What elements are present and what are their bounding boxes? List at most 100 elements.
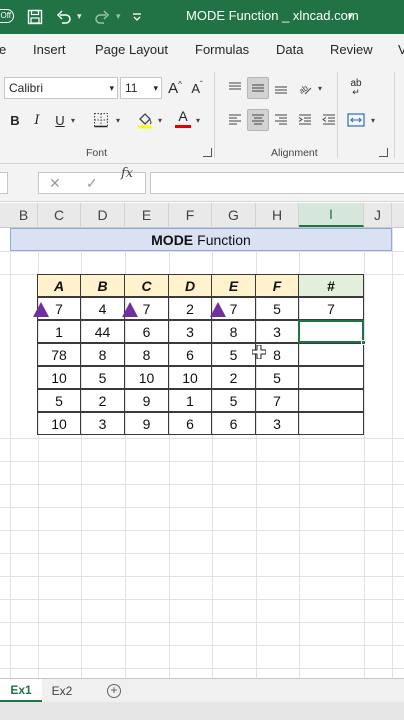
formula-input[interactable] bbox=[150, 172, 404, 194]
merge-dropdown-icon[interactable]: ▾ bbox=[371, 116, 375, 125]
table-cell[interactable]: 1 bbox=[168, 389, 212, 412]
title-dropdown-icon[interactable]: ▾ bbox=[348, 11, 353, 22]
shrink-font-button[interactable]: Aˇ bbox=[186, 77, 208, 99]
table-cell[interactable]: 10 bbox=[37, 366, 81, 389]
add-sheet-icon[interactable]: + bbox=[107, 684, 121, 698]
table-cell[interactable]: 10 bbox=[124, 366, 169, 389]
table-cell[interactable]: 78 bbox=[37, 343, 81, 366]
table-cell[interactable]: 4 bbox=[80, 297, 125, 320]
italic-button[interactable]: I bbox=[26, 109, 48, 131]
merge-center-button[interactable] bbox=[345, 109, 367, 131]
autosave-toggle[interactable]: Off bbox=[0, 9, 14, 23]
table-cell[interactable]: 2 bbox=[211, 366, 256, 389]
table-cell[interactable]: 3 bbox=[80, 412, 125, 435]
underline-dropdown-icon[interactable]: ▾ bbox=[71, 116, 75, 125]
align-top-button[interactable] bbox=[224, 77, 246, 99]
column-header-e[interactable]: E bbox=[125, 203, 169, 227]
table-cell[interactable]: 10 bbox=[168, 366, 212, 389]
fill-color-dropdown-icon[interactable]: ▾ bbox=[158, 116, 162, 125]
font-color-dropdown-icon[interactable]: ▾ bbox=[196, 116, 200, 125]
alignment-dialog-launcher-icon[interactable] bbox=[379, 148, 388, 157]
tab-view[interactable]: V bbox=[398, 42, 404, 57]
redo-dropdown-icon[interactable]: ▾ bbox=[116, 11, 121, 22]
table-header-b[interactable]: B bbox=[80, 274, 125, 297]
orientation-button[interactable]: ab bbox=[294, 77, 316, 99]
tab-review[interactable]: Review bbox=[330, 42, 373, 57]
redo-icon[interactable] bbox=[93, 8, 111, 26]
column-header-i[interactable]: I bbox=[299, 203, 364, 227]
table-cell[interactable]: 5 bbox=[255, 366, 299, 389]
wrap-text-button[interactable]: ab ↵ bbox=[345, 77, 367, 99]
enter-icon[interactable]: ✓ bbox=[86, 175, 98, 192]
table-header-a[interactable]: A bbox=[37, 274, 81, 297]
result-cell[interactable] bbox=[298, 412, 364, 435]
column-header-d[interactable]: D bbox=[81, 203, 125, 227]
table-header-f[interactable]: F bbox=[255, 274, 299, 297]
fill-handle[interactable] bbox=[361, 340, 366, 345]
table-header-e[interactable]: E bbox=[211, 274, 256, 297]
name-box[interactable] bbox=[0, 172, 8, 194]
table-cell[interactable]: 5 bbox=[211, 343, 256, 366]
result-cell[interactable]: 7 bbox=[298, 297, 364, 320]
table-cell[interactable]: 9 bbox=[124, 412, 169, 435]
save-icon[interactable] bbox=[26, 8, 44, 26]
undo-icon[interactable] bbox=[55, 8, 73, 26]
table-cell[interactable]: 8 bbox=[211, 320, 256, 343]
table-cell[interactable]: 3 bbox=[255, 320, 299, 343]
align-middle-button[interactable] bbox=[247, 77, 269, 99]
tab-insert[interactable]: Insert bbox=[33, 42, 66, 57]
table-header-result[interactable]: # bbox=[298, 274, 364, 297]
insert-function-icon[interactable]: fx bbox=[121, 166, 133, 181]
table-header-c[interactable]: C bbox=[124, 274, 169, 297]
result-cell[interactable] bbox=[298, 343, 364, 366]
table-cell[interactable]: 2 bbox=[80, 389, 125, 412]
sheet-title-banner[interactable]: MODE Function bbox=[10, 228, 392, 251]
table-cell[interactable]: 5 bbox=[80, 366, 125, 389]
table-cell[interactable]: 7 bbox=[255, 389, 299, 412]
table-cell[interactable]: 5 bbox=[211, 389, 256, 412]
column-header-j[interactable]: J bbox=[364, 203, 392, 227]
font-size-select[interactable]: 11 ▾ bbox=[120, 77, 162, 99]
table-header-d[interactable]: D bbox=[168, 274, 212, 297]
worksheet-grid[interactable]: MODE Function A B C D E F # 7 4 7 2 7 5 7… bbox=[0, 228, 404, 678]
underline-button[interactable]: U bbox=[49, 109, 71, 131]
bold-button[interactable]: B bbox=[4, 109, 26, 131]
font-color-button[interactable]: A bbox=[172, 107, 194, 129]
selected-cell[interactable] bbox=[298, 320, 364, 343]
result-cell[interactable] bbox=[298, 366, 364, 389]
table-cell[interactable]: 3 bbox=[168, 320, 212, 343]
table-cell[interactable]: 6 bbox=[211, 412, 256, 435]
table-cell[interactable]: 44 bbox=[80, 320, 125, 343]
undo-dropdown-icon[interactable]: ▾ bbox=[77, 11, 82, 22]
tab-formulas[interactable]: Formulas bbox=[195, 42, 249, 57]
table-cell[interactable]: 3 bbox=[255, 412, 299, 435]
sheet-tab-ex1[interactable]: Ex1 bbox=[0, 679, 42, 703]
quick-access-more-icon[interactable] bbox=[128, 8, 146, 26]
table-cell[interactable]: 5 bbox=[37, 389, 81, 412]
align-bottom-button[interactable] bbox=[270, 77, 292, 99]
tab-page-layout[interactable]: Page Layout bbox=[95, 42, 168, 57]
sheet-tab-ex2[interactable]: Ex2 bbox=[44, 679, 80, 703]
column-header-h[interactable]: H bbox=[256, 203, 299, 227]
column-header-g[interactable]: G bbox=[212, 203, 256, 227]
table-cell[interactable]: 1 bbox=[37, 320, 81, 343]
font-dialog-launcher-icon[interactable] bbox=[203, 148, 212, 157]
table-cell[interactable]: 2 bbox=[168, 297, 212, 320]
align-center-button[interactable] bbox=[247, 109, 269, 131]
indent-button[interactable] bbox=[294, 109, 316, 131]
table-cell[interactable]: 6 bbox=[168, 343, 212, 366]
borders-dropdown-icon[interactable]: ▾ bbox=[116, 116, 120, 125]
column-header-b[interactable]: B bbox=[10, 203, 38, 227]
table-cell[interactable]: 8 bbox=[124, 343, 169, 366]
result-cell[interactable] bbox=[298, 389, 364, 412]
align-right-button[interactable] bbox=[270, 109, 292, 131]
column-header-f[interactable]: F bbox=[169, 203, 212, 227]
table-cell[interactable]: 8 bbox=[80, 343, 125, 366]
fill-color-button[interactable] bbox=[134, 109, 156, 131]
table-cell[interactable]: 9 bbox=[124, 389, 169, 412]
table-cell[interactable]: 6 bbox=[168, 412, 212, 435]
column-header-c[interactable]: C bbox=[38, 203, 81, 227]
cancel-icon[interactable]: ✕ bbox=[49, 175, 61, 192]
table-cell[interactable]: 6 bbox=[124, 320, 169, 343]
grow-font-button[interactable]: A ^ bbox=[164, 77, 186, 99]
